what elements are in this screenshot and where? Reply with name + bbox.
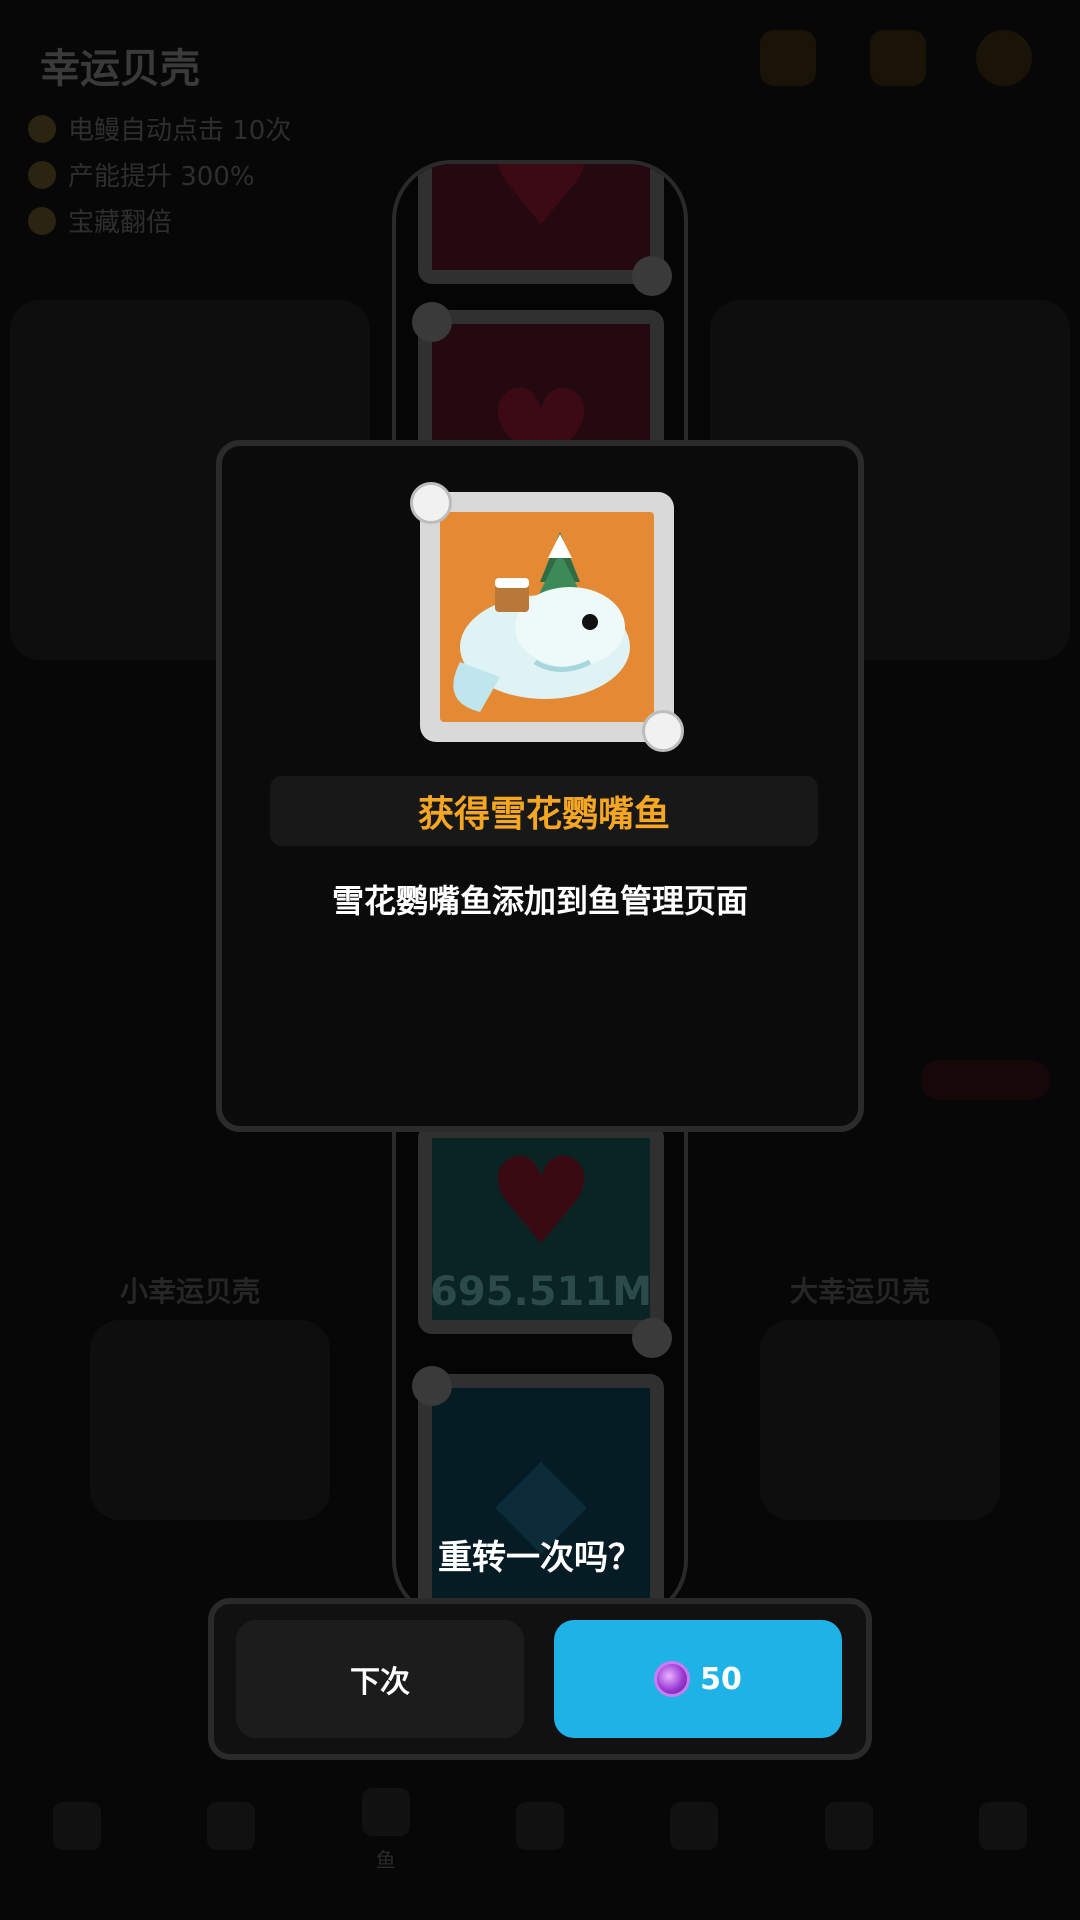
background-badge <box>920 1060 1050 1100</box>
small-shell-label: 小幸运贝壳 <box>120 1275 261 1308</box>
nav-item <box>804 1802 894 1858</box>
treasure-icon <box>28 206 56 235</box>
fish-icon <box>361 1787 410 1836</box>
nav-item-fish: 鱼 <box>341 1787 431 1873</box>
respin-question: 重转一次吗？ <box>438 1538 642 1578</box>
small-shell-box <box>90 1320 330 1520</box>
reel-card: ◆ <box>418 1374 664 1616</box>
settings-gear-icon <box>976 30 1032 86</box>
heart-icon: ♥ <box>487 160 595 253</box>
big-shell-label: 大幸运贝壳 <box>790 1275 931 1308</box>
snowflake-parrotfish-icon <box>440 512 654 722</box>
shell-icon <box>632 256 672 296</box>
next-time-button[interactable]: 下次 <box>236 1620 524 1738</box>
boost-icon <box>28 160 56 189</box>
nav-item <box>32 1802 122 1858</box>
reward-dialog: 获得雪花鹦嘴鱼 雪花鹦嘴鱼添加到鱼管理页面 <box>216 440 864 1132</box>
nav-icon <box>824 1802 873 1850</box>
background-title: 幸运贝壳 <box>40 46 200 92</box>
shell-icon <box>412 302 452 342</box>
shop-icon <box>760 30 816 86</box>
background-stat: 产能提升 300% <box>28 156 255 193</box>
nav-icon <box>670 1802 719 1850</box>
heart-icon: ♥ <box>487 1133 595 1272</box>
nav-item <box>958 1802 1048 1858</box>
bottom-navigation: 鱼 <box>0 1740 1080 1920</box>
respin-cost: 50 <box>700 1661 742 1697</box>
reward-card <box>410 482 684 752</box>
nav-icon <box>515 1802 564 1850</box>
action-button-panel: 下次 50 <box>208 1598 872 1760</box>
background-stat: 宝藏翻倍 <box>28 202 172 239</box>
big-shell-box <box>760 1320 1000 1520</box>
nav-icon <box>53 1802 102 1850</box>
reel-card-value: 695.511M <box>430 1269 652 1315</box>
trophy-icon <box>870 30 926 86</box>
reward-title: 获得雪花鹦嘴鱼 <box>417 794 670 835</box>
respin-button[interactable]: 50 <box>554 1620 842 1738</box>
nav-item <box>495 1802 585 1858</box>
reward-title-bar: 获得雪花鹦嘴鱼 <box>270 776 818 846</box>
nav-item <box>186 1802 276 1858</box>
nav-item <box>649 1802 739 1858</box>
nav-icon <box>207 1802 256 1850</box>
eel-icon <box>28 114 56 143</box>
nav-icon <box>978 1802 1027 1850</box>
shell-icon <box>642 710 684 752</box>
shell-icon <box>410 482 452 524</box>
reward-description: 雪花鹦嘴鱼添加到鱼管理页面 <box>331 882 748 920</box>
reel-card: ♥ 695.511M <box>418 1124 664 1334</box>
shell-icon <box>412 1366 452 1406</box>
shell-icon <box>632 1318 672 1358</box>
reel-card: ♥ <box>418 160 664 284</box>
pearl-icon <box>654 1661 691 1697</box>
next-time-label: 下次 <box>350 1665 410 1700</box>
background-stat: 电鳗自动点击 10次 <box>28 110 291 147</box>
